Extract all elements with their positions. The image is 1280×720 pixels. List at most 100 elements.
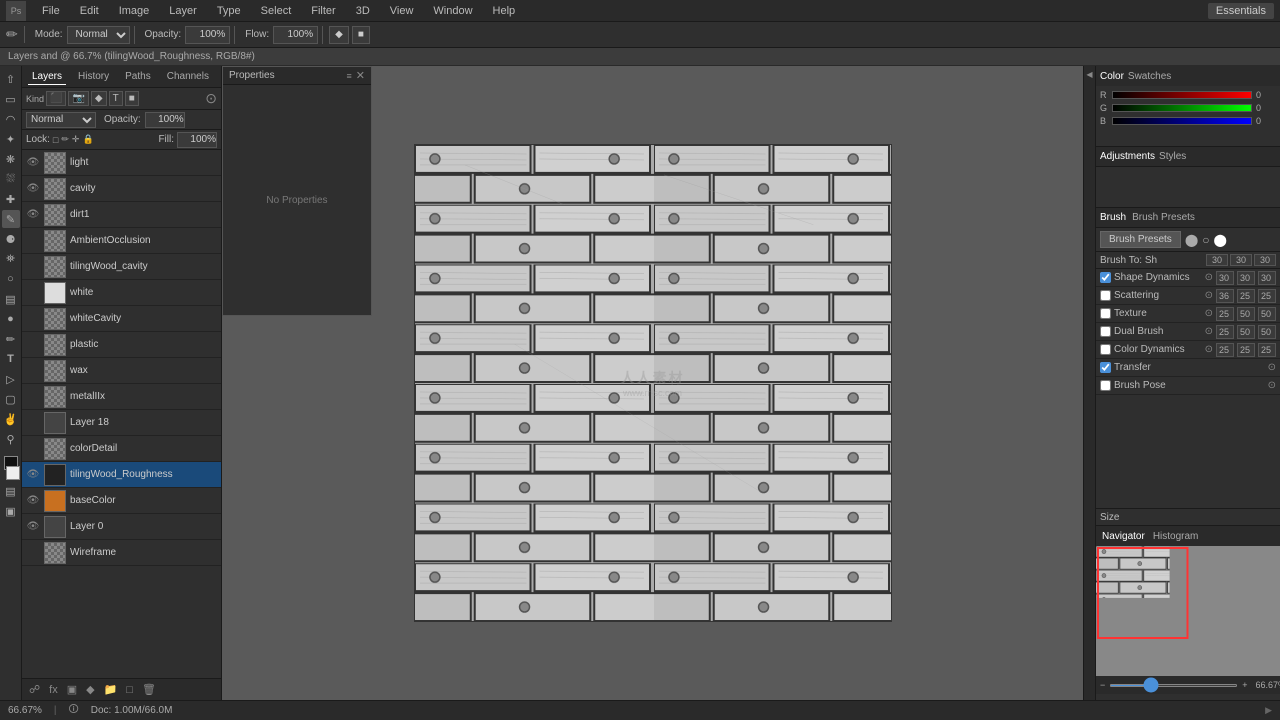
layer-folder-btn[interactable]: 📁: [101, 683, 121, 696]
magic-wand-tool[interactable]: ✦: [2, 130, 20, 148]
layer-item[interactable]: metalIIx: [22, 384, 221, 410]
layer-item[interactable]: whiteCavity: [22, 306, 221, 332]
r-slider[interactable]: [1112, 91, 1252, 99]
layer-visibility-toggle[interactable]: 👁: [26, 520, 40, 534]
layer-item[interactable]: plastic: [22, 332, 221, 358]
menu-3d[interactable]: 3D: [352, 5, 374, 17]
brush-setting-checkbox[interactable]: [1100, 362, 1111, 373]
menu-file[interactable]: File: [38, 5, 64, 17]
lock-transparent-icon[interactable]: □: [53, 135, 58, 145]
brush-setting-icon[interactable]: ⊙: [1205, 272, 1213, 283]
tab-swatches[interactable]: Swatches: [1128, 71, 1171, 82]
tab-brush-presets[interactable]: Brush Presets: [1132, 212, 1195, 223]
brush-setting-icon[interactable]: ⊙: [1205, 290, 1213, 301]
layer-item[interactable]: Layer 18: [22, 410, 221, 436]
filter-toggle[interactable]: ⊙: [205, 90, 217, 107]
menu-select[interactable]: Select: [257, 5, 296, 17]
tab-layers[interactable]: Layers: [28, 69, 66, 85]
layer-item[interactable]: 👁dirt1: [22, 202, 221, 228]
layer-visibility-toggle[interactable]: [26, 546, 40, 560]
layer-visibility-toggle[interactable]: [26, 312, 40, 326]
tab-brush[interactable]: Brush: [1100, 212, 1126, 223]
layer-item[interactable]: AmbientOcclusion: [22, 228, 221, 254]
mode-select[interactable]: Normal: [67, 26, 130, 44]
tab-color[interactable]: Color: [1100, 71, 1124, 82]
b-slider[interactable]: [1112, 117, 1252, 125]
tab-navigator[interactable]: Navigator: [1102, 531, 1145, 542]
filter-kind-btn[interactable]: ⬛: [46, 91, 66, 106]
layer-item[interactable]: 👁baseColor: [22, 488, 221, 514]
blend-mode-select[interactable]: Normal: [26, 112, 96, 128]
filter-type-btn[interactable]: T: [109, 91, 123, 106]
layer-item[interactable]: tilingWood_cavity: [22, 254, 221, 280]
smoothing-btn[interactable]: ■: [352, 26, 370, 44]
filter-pixel-btn[interactable]: 📷: [68, 91, 88, 106]
background-color[interactable]: [6, 466, 20, 480]
canvas-area[interactable]: Properties ≡ ✕ No Properties: [222, 66, 1083, 700]
document-canvas[interactable]: 人人素材 www.rr-sc.com: [414, 144, 892, 622]
layer-visibility-toggle[interactable]: 👁: [26, 468, 40, 482]
lock-image-icon[interactable]: ✏: [61, 134, 69, 145]
airbrush-btn[interactable]: ◆: [329, 26, 349, 44]
layer-visibility-toggle[interactable]: [26, 234, 40, 248]
path-selection-tool[interactable]: ▷: [2, 370, 20, 388]
layer-item[interactable]: 👁light: [22, 150, 221, 176]
opacity-value-layers[interactable]: [145, 112, 185, 128]
layer-visibility-toggle[interactable]: 👁: [26, 156, 40, 170]
layer-visibility-toggle[interactable]: [26, 442, 40, 456]
zoom-slider[interactable]: [1109, 684, 1238, 687]
brush-white-icon[interactable]: ⬤: [1214, 233, 1227, 247]
layer-item[interactable]: 👁Layer 0: [22, 514, 221, 540]
pen-tool[interactable]: ✏: [2, 330, 20, 348]
brush-setting-icon[interactable]: ⊙: [1205, 344, 1213, 355]
brush-setting-checkbox[interactable]: [1100, 344, 1111, 355]
properties-options[interactable]: ≡: [347, 71, 352, 81]
type-tool[interactable]: T: [2, 350, 20, 368]
brush-setting-checkbox[interactable]: [1100, 326, 1111, 337]
layer-fx-btn[interactable]: fx: [46, 684, 61, 696]
menu-window[interactable]: Window: [429, 5, 476, 17]
layer-visibility-toggle[interactable]: 👁: [26, 208, 40, 222]
layer-delete-btn[interactable]: 🗑: [139, 683, 159, 696]
brush-tool[interactable]: ✎: [2, 210, 20, 228]
brush-setting-icon[interactable]: ⊙: [1205, 326, 1213, 337]
menu-image[interactable]: Image: [115, 5, 154, 17]
move-tool[interactable]: ⇧: [2, 70, 20, 88]
brush-setting-icon[interactable]: ⊙: [1268, 362, 1276, 373]
layer-visibility-toggle[interactable]: 👁: [26, 494, 40, 508]
menu-help[interactable]: Help: [489, 5, 520, 17]
zoom-in-btn[interactable]: +: [1242, 680, 1247, 690]
menu-filter[interactable]: Filter: [307, 5, 339, 17]
crop-tool[interactable]: ❋: [2, 150, 20, 168]
layer-visibility-toggle[interactable]: [26, 260, 40, 274]
filter-adj-btn[interactable]: ◆: [91, 91, 107, 106]
lock-position-icon[interactable]: ✛: [72, 134, 80, 145]
status-right-arrow[interactable]: ▶: [1265, 705, 1272, 716]
menu-layer[interactable]: Layer: [165, 5, 201, 17]
layer-link-btn[interactable]: ☍: [26, 683, 43, 696]
zoom-out-btn[interactable]: −: [1100, 680, 1105, 690]
fill-value-layers[interactable]: [177, 132, 217, 148]
collapse-btn[interactable]: ◀: [1085, 70, 1094, 79]
layer-visibility-toggle[interactable]: [26, 338, 40, 352]
brush-softness-icon[interactable]: ○: [1202, 233, 1209, 247]
info-icon[interactable]: 🛈: [69, 702, 79, 719]
brush-shape-icon[interactable]: ⬤: [1185, 233, 1198, 247]
opacity-input[interactable]: [185, 26, 230, 44]
stamp-tool[interactable]: ⚈: [2, 230, 20, 248]
layer-item[interactable]: colorDetail: [22, 436, 221, 462]
layer-visibility-toggle[interactable]: 👁: [26, 182, 40, 196]
tab-histogram[interactable]: Histogram: [1153, 531, 1199, 542]
layer-visibility-toggle[interactable]: [26, 416, 40, 430]
layer-visibility-toggle[interactable]: [26, 390, 40, 404]
dodge-tool[interactable]: ●: [2, 310, 20, 328]
brush-setting-icon[interactable]: ⊙: [1205, 308, 1213, 319]
lock-all-icon[interactable]: 🔒: [82, 134, 93, 145]
tab-styles[interactable]: Styles: [1159, 151, 1186, 162]
properties-close-btn[interactable]: ✕: [356, 69, 365, 82]
brush-presets-btn[interactable]: Brush Presets: [1100, 231, 1181, 248]
layer-adj-btn[interactable]: ◆: [83, 683, 97, 696]
zoom-tool[interactable]: ⚲: [2, 430, 20, 448]
lasso-tool[interactable]: ◠: [2, 110, 20, 128]
shape-tool[interactable]: ▢: [2, 390, 20, 408]
